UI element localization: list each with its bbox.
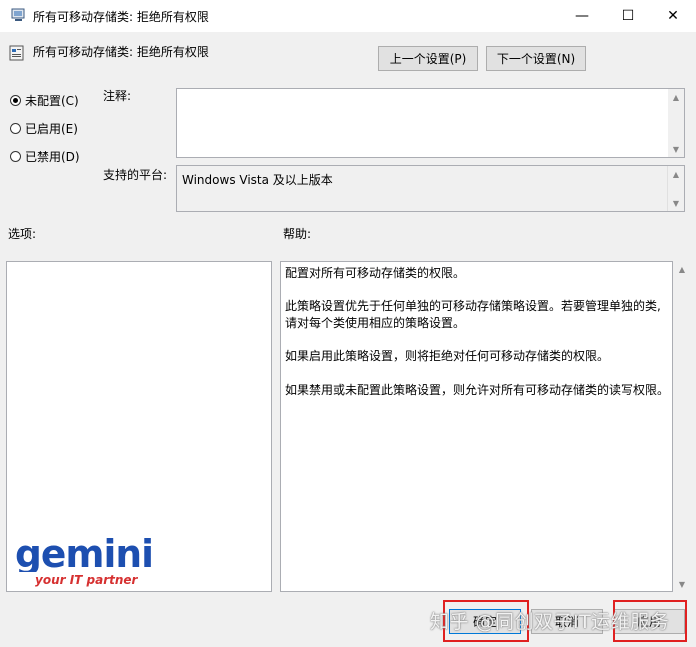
next-setting-button[interactable]: 下一个设置(N)	[486, 46, 586, 71]
platform-value: Windows Vista 及以上版本	[182, 173, 333, 187]
minimize-icon: —	[575, 8, 589, 24]
platform-scrollbar[interactable]: ▲ ▼	[667, 166, 684, 211]
help-text-line: 配置对所有可移动存储类的权限。	[285, 266, 466, 280]
radio-indicator[interactable]	[10, 123, 21, 134]
help-text-line: 如果禁用或未配置此策略设置，则允许对所有可移动存储类的读写权限。	[285, 383, 670, 397]
radio-label: 已启用(E)	[25, 122, 78, 136]
policy-window-icon	[11, 8, 25, 21]
scroll-up-icon[interactable]: ▲	[668, 166, 684, 182]
scroll-up-icon[interactable]: ▲	[675, 261, 689, 277]
scroll-up-icon[interactable]: ▲	[668, 89, 684, 105]
platform-box: Windows Vista 及以上版本 ▲ ▼	[176, 165, 685, 212]
gemini-logo: gemini your IT partner	[15, 534, 155, 590]
scroll-down-icon[interactable]: ▼	[668, 141, 684, 157]
comment-label: 注释:	[103, 89, 132, 103]
radio-label: 已禁用(D)	[25, 150, 80, 164]
title-bar: 所有可移动存储类: 拒绝所有权限 — ☐ ✕	[0, 0, 696, 32]
logo-tagline: your IT partner	[35, 573, 138, 587]
close-icon: ✕	[667, 8, 679, 24]
minimize-button[interactable]: —	[559, 0, 605, 32]
radio-not-configured[interactable]: 未配置(C)	[10, 92, 79, 109]
help-text-line: 此策略设置优先于任何单独的可移动存储策略设置。若要管理单独的类,	[285, 299, 661, 313]
radio-label: 未配置(C)	[25, 94, 79, 108]
watermark: 知乎 @同创双子IT运维服务	[430, 611, 670, 633]
platform-label: 支持的平台:	[103, 168, 168, 182]
radio-indicator[interactable]	[10, 151, 21, 162]
previous-setting-button[interactable]: 上一个设置(P)	[378, 46, 478, 71]
help-text-line: 请对每个类使用相应的策略设置。	[285, 316, 466, 330]
gemini-logo-image: gemini	[15, 534, 154, 572]
maximize-icon: ☐	[621, 8, 635, 24]
radio-disabled[interactable]: 已禁用(D)	[10, 148, 80, 165]
help-text-line: 如果启用此策略设置，则将拒绝对任何可移动存储类的权限。	[285, 349, 610, 363]
radio-indicator[interactable]	[10, 95, 21, 106]
comment-textarea[interactable]: ▲ ▼	[176, 88, 685, 158]
policy-name: 所有可移动存储类: 拒绝所有权限	[33, 45, 209, 59]
window-title: 所有可移动存储类: 拒绝所有权限	[33, 10, 209, 24]
options-label: 选项:	[8, 227, 37, 241]
radio-enabled[interactable]: 已启用(E)	[10, 120, 78, 137]
close-button[interactable]: ✕	[650, 0, 696, 32]
scroll-down-icon[interactable]: ▼	[668, 195, 684, 211]
maximize-button[interactable]: ☐	[605, 0, 651, 32]
help-scrollbar[interactable]: ▲ ▼	[675, 261, 689, 592]
policy-setting-icon	[9, 45, 24, 61]
help-panel: 配置对所有可移动存储类的权限。 此策略设置优先于任何单独的可移动存储策略设置。若…	[280, 261, 673, 592]
options-panel: gemini your IT partner	[6, 261, 272, 592]
scroll-down-icon[interactable]: ▼	[675, 576, 689, 592]
help-label: 帮助:	[283, 227, 312, 241]
logo-wordmark: gemini	[15, 534, 153, 572]
comment-scrollbar[interactable]: ▲ ▼	[668, 89, 684, 157]
